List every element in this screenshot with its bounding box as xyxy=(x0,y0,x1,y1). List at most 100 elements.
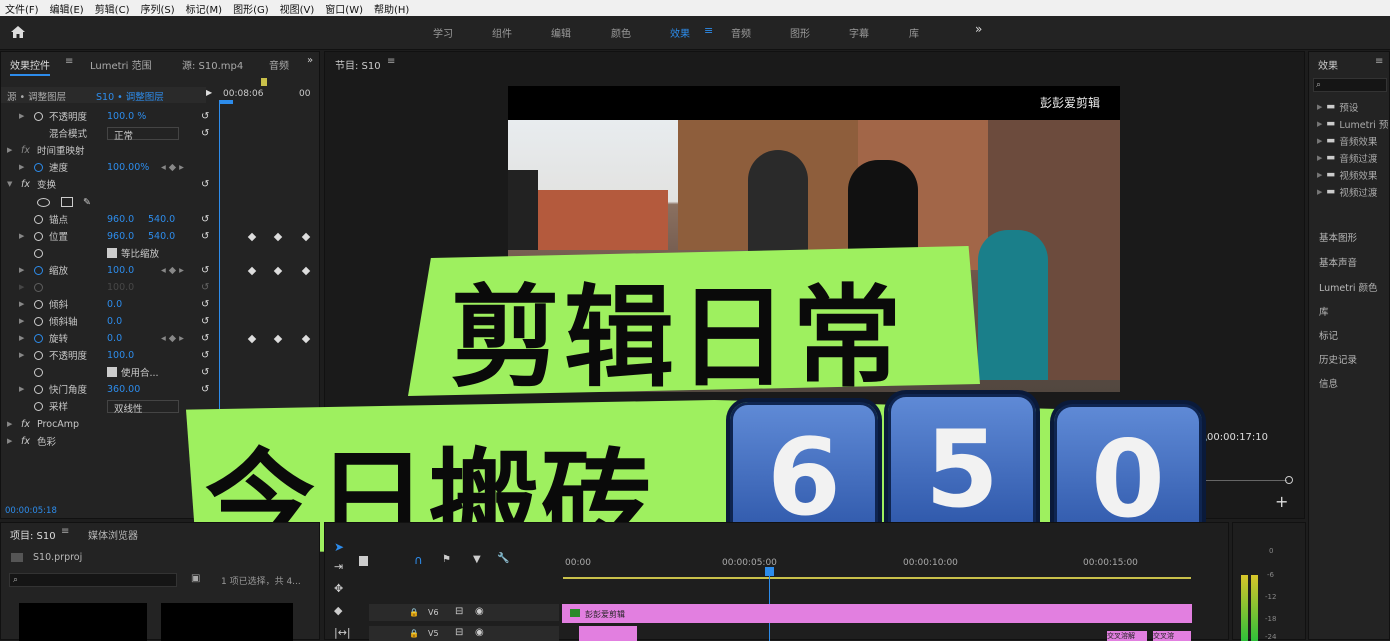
watermark-text: 彭彭爱剪辑 xyxy=(1040,96,1101,110)
ripple-tool-icon[interactable]: ✥ xyxy=(334,582,343,595)
ruler-label-10: 00:00:10:00 xyxy=(903,558,958,568)
project-thumbnail-1[interactable] xyxy=(19,603,147,641)
menu-graphics[interactable]: 图形(G) xyxy=(228,1,275,16)
menu-clip[interactable]: 剪辑(C) xyxy=(90,1,136,16)
tab-captions[interactable]: 字幕 xyxy=(849,25,869,40)
menu-window[interactable]: 窗口(W) xyxy=(320,1,369,16)
ellipse-mask-icon[interactable] xyxy=(37,197,50,207)
lock-icon[interactable]: 🔒 xyxy=(409,608,419,617)
tab-assembly[interactable]: 组件 xyxy=(492,25,512,40)
effects-folder-presets[interactable]: ▶ ▬ 预设 xyxy=(1317,98,1390,115)
project-status: 1 项已选择，共 4... xyxy=(221,577,301,587)
rectangle-mask-icon[interactable] xyxy=(61,197,73,207)
section-info[interactable]: 信息 xyxy=(1319,376,1338,390)
menu-file[interactable]: 文件(F) xyxy=(0,1,45,16)
section-lumetri-color[interactable]: Lumetri 颜色 xyxy=(1319,280,1378,294)
ruler-label-0: 00:00 xyxy=(565,558,591,568)
sync-icon[interactable]: ⊟ xyxy=(455,606,463,617)
effects-folder-lumetri[interactable]: ▶ ▬ Lumetri 预 xyxy=(1317,115,1390,132)
program-menu-icon[interactable]: ≡ xyxy=(387,56,395,67)
more-tabs-icon[interactable]: » xyxy=(307,55,313,66)
menu-help[interactable]: 帮助(H) xyxy=(369,1,415,16)
play-triangle-icon[interactable]: ▶ xyxy=(206,88,212,97)
project-menu-icon[interactable]: ≡ xyxy=(61,526,69,537)
ec-timecode[interactable]: 00:00:05:18 xyxy=(5,506,57,516)
effects-folder-audio-effects[interactable]: ▶ ▬ 音频效果 xyxy=(1317,132,1390,149)
menu-marker[interactable]: 标记(M) xyxy=(181,1,228,16)
menu-edit[interactable]: 编辑(E) xyxy=(45,1,90,16)
tab-media-browser[interactable]: 媒体浏览器 xyxy=(88,527,138,542)
tools-panel: ➤ ⇥ ✥ ◆ |↔| xyxy=(328,540,354,640)
project-search-input[interactable]: ⌕ xyxy=(9,573,177,587)
more-workspaces-button[interactable]: » xyxy=(975,22,982,36)
timeline-clip-title[interactable]: 彭彭爱剪辑 xyxy=(562,604,1192,623)
tab-source[interactable]: 源: S10.mp4 xyxy=(182,57,243,72)
tab-editing[interactable]: 编辑 xyxy=(551,25,571,40)
timeline-clip-v5[interactable] xyxy=(579,626,637,641)
ec-time-start: 00:08:06 xyxy=(223,89,264,99)
slip-tool-icon[interactable]: |↔| xyxy=(334,626,351,639)
sync-icon[interactable]: ⊟ xyxy=(455,627,463,638)
tab-learn[interactable]: 学习 xyxy=(433,25,453,40)
magnet-icon[interactable]: ∩ xyxy=(414,553,423,567)
eye-icon[interactable]: ◉ xyxy=(475,606,484,617)
sequence-selector[interactable]: S10 • 调整图层 xyxy=(96,89,164,103)
effects-folder-audio-transitions[interactable]: ▶ ▬ 音频过渡 xyxy=(1317,149,1390,166)
razor-tool-icon[interactable]: ◆ xyxy=(334,604,342,617)
menu-view[interactable]: 视图(V) xyxy=(275,1,321,16)
home-icon[interactable] xyxy=(10,25,26,39)
sampling-dropdown[interactable]: 双线性 xyxy=(107,399,179,415)
ec-properties: ▶ 不透明度 100.0 % ↺ 混合模式 正常 ↺ ▶ fx 时间重映射 ▶ 速度 100.00… xyxy=(1,108,216,468)
timeline-settings-icon[interactable]: 🔧 xyxy=(497,553,509,564)
section-history[interactable]: 历史记录 xyxy=(1319,352,1357,366)
ec-playhead[interactable] xyxy=(219,100,233,104)
ec-row-anchor: 锚点 960.0 540.0 ↺ xyxy=(1,211,216,227)
linked-selection-icon[interactable]: ⚑ xyxy=(442,554,451,565)
effects-title: 效果 xyxy=(1318,61,1338,72)
tab-libraries[interactable]: 库 xyxy=(909,25,919,40)
project-panel: 项目: S10 ≡ 媒体浏览器 S10.prproj ⌕ ▣ 1 项已选择，共 … xyxy=(0,522,320,641)
composite-checkbox[interactable] xyxy=(107,367,117,377)
selection-tool-icon[interactable]: ➤ xyxy=(334,540,344,554)
add-button[interactable]: + xyxy=(1275,492,1288,511)
program-title: 节目: S10 xyxy=(335,61,381,72)
eye-icon[interactable]: ◉ xyxy=(475,627,484,638)
ec-row-position: ▶ 位置 960.0 540.0 ↺ xyxy=(19,230,210,244)
work-area-bar[interactable] xyxy=(563,577,1191,579)
lock-icon[interactable]: 🔒 xyxy=(409,629,419,638)
tab-effects[interactable]: 效果 xyxy=(670,25,690,40)
section-libraries[interactable]: 库 xyxy=(1319,304,1329,318)
uniform-scale-checkbox[interactable] xyxy=(107,248,117,258)
effects-menu-icon[interactable]: ≡ xyxy=(1375,56,1383,67)
program-timecode[interactable]: 00:00:17:10 xyxy=(1207,432,1268,443)
ec-row-opacity: ▶ 不透明度 100.0 % ↺ xyxy=(19,110,210,124)
tab-lumetri-scopes[interactable]: Lumetri 范围 xyxy=(90,57,152,72)
tab-project[interactable]: 项目: S10 xyxy=(10,527,56,542)
bin-icon[interactable]: ▣ xyxy=(191,573,200,584)
tab-graphics[interactable]: 图形 xyxy=(790,25,810,40)
ec-row-rotation: ▶ 旋转 0.0 ◂ ◆ ▸ ↺ xyxy=(19,332,210,346)
tab-audio-mixer[interactable]: 音频 xyxy=(269,57,289,72)
menu-sequence[interactable]: 序列(S) xyxy=(135,1,180,16)
track-select-tool-icon[interactable]: ⇥ xyxy=(334,560,343,573)
add-marker-icon[interactable]: ▼ xyxy=(473,554,481,565)
effects-search-input[interactable]: ⌕ xyxy=(1313,78,1387,92)
section-essential-sound[interactable]: 基本声音 xyxy=(1319,255,1357,269)
tab-audio[interactable]: 音频 xyxy=(731,25,751,40)
effects-folder-video-transitions[interactable]: ▶ ▬ 视频过渡 xyxy=(1317,183,1390,200)
section-markers[interactable]: 标记 xyxy=(1319,328,1338,342)
tab-menu-icon[interactable]: ≡ xyxy=(704,24,713,37)
project-thumbnail-2[interactable] xyxy=(161,603,293,641)
source-selector[interactable]: 源 • 调整图层 xyxy=(7,89,66,103)
effects-folder-video-effects[interactable]: ▶ ▬ 视频效果 xyxy=(1317,166,1390,183)
pen-mask-icon[interactable]: ✎ xyxy=(83,197,91,208)
timeline-panel: ∩ ⚑ ▼ 🔧 00:00 00:00:05:00 00:00:10:00 00… xyxy=(324,522,1229,641)
blend-mode-dropdown[interactable]: 正常 xyxy=(107,126,179,142)
snap-icon[interactable] xyxy=(359,556,368,566)
tab-color[interactable]: 颜色 xyxy=(611,25,631,40)
section-essential-graphics[interactable]: 基本图形 xyxy=(1319,230,1357,244)
ec-row-transform: ▼ fx 变换 ↺ xyxy=(7,178,210,192)
panel-menu-icon[interactable]: ≡ xyxy=(65,56,73,67)
tab-effect-controls[interactable]: 效果控件 xyxy=(10,57,50,76)
ec-row-scale: ▶ 缩放 100.0 ◂ ◆ ▸ ↺ xyxy=(19,264,210,278)
